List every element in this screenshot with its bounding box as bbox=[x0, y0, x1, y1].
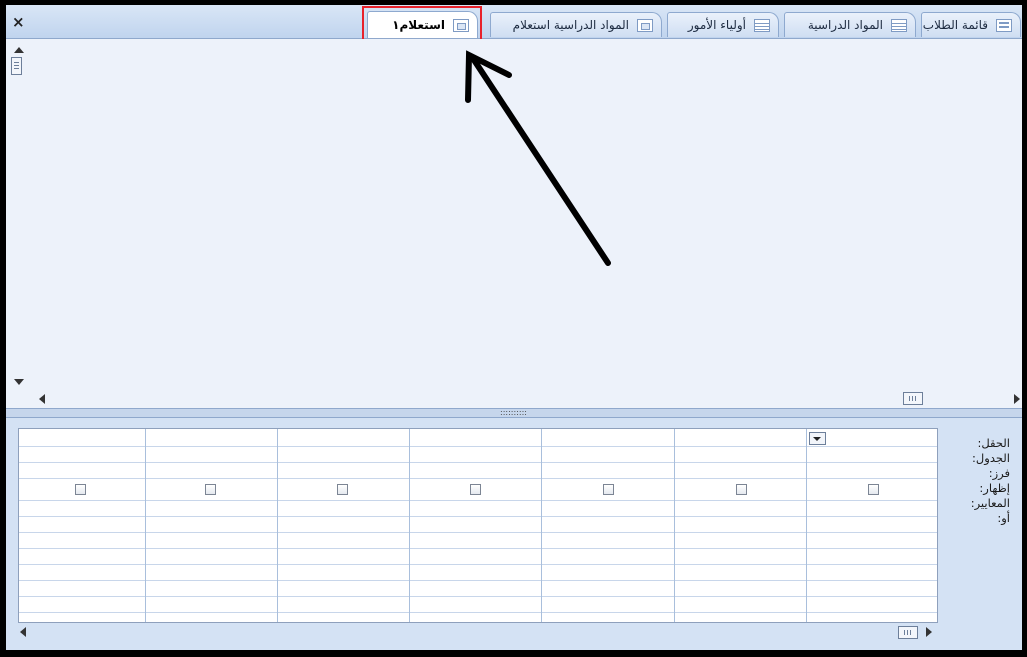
table-icon bbox=[891, 18, 907, 32]
horizontal-scrollbar[interactable] bbox=[6, 390, 1022, 407]
tab-label: أولياء الأمور bbox=[687, 18, 746, 32]
row-label-criteria: المعايير: bbox=[970, 496, 1010, 510]
scroll-down-icon[interactable] bbox=[14, 379, 24, 385]
field-dropdown-icon[interactable] bbox=[809, 432, 826, 445]
grid-column-divider bbox=[409, 429, 410, 622]
table-icon bbox=[754, 18, 770, 32]
row-label-table: الجدول: bbox=[972, 451, 1010, 465]
close-icon[interactable]: × bbox=[12, 13, 25, 31]
scroll-right-icon[interactable] bbox=[1014, 394, 1020, 404]
tab-guardians-table[interactable]: أولياء الأمور bbox=[667, 12, 779, 37]
tab-label: المواد الدراسية bbox=[807, 18, 883, 32]
grid-row-line bbox=[19, 446, 937, 447]
grid-column-divider bbox=[277, 429, 278, 622]
grid-row-line bbox=[19, 596, 937, 597]
scroll-thumb[interactable] bbox=[898, 626, 918, 639]
tab-subjects-query[interactable]: المواد الدراسية استعلام bbox=[490, 12, 662, 37]
show-checkbox[interactable] bbox=[603, 484, 614, 495]
pane-splitter[interactable]: :::::::::: bbox=[6, 408, 1022, 418]
show-checkbox[interactable] bbox=[736, 484, 747, 495]
tab-label: قائمة الطلاب bbox=[922, 18, 988, 32]
grid-row-line bbox=[19, 548, 937, 549]
document-tab-bar: × قائمة الطلاب المواد الدراسية أولياء ال… bbox=[6, 5, 1022, 43]
grid-row-line bbox=[19, 580, 937, 581]
grid-row-line bbox=[19, 532, 937, 533]
grid-column-divider bbox=[541, 429, 542, 622]
row-label-show: إظهار: bbox=[979, 481, 1010, 495]
row-label-field: الحقل: bbox=[977, 436, 1010, 450]
grid-row-line bbox=[19, 462, 937, 463]
tab-subjects-table[interactable]: المواد الدراسية bbox=[784, 12, 916, 37]
show-checkbox[interactable] bbox=[868, 484, 879, 495]
grid-row-line bbox=[19, 478, 937, 479]
grid-column-divider bbox=[806, 429, 826, 622]
show-checkbox[interactable] bbox=[75, 484, 86, 495]
tab-highlight-box bbox=[362, 6, 482, 43]
tab-students-list[interactable]: قائمة الطلاب bbox=[921, 12, 1021, 37]
grid-row-line bbox=[19, 516, 937, 517]
scroll-right-icon[interactable] bbox=[926, 627, 932, 637]
scroll-thumb[interactable] bbox=[11, 57, 22, 75]
query-design-window: × قائمة الطلاب المواد الدراسية أولياء ال… bbox=[6, 5, 1022, 650]
grid-row-line bbox=[19, 500, 937, 501]
show-checkbox[interactable] bbox=[470, 484, 481, 495]
tab-label: المواد الدراسية استعلام bbox=[512, 18, 629, 32]
scroll-left-icon[interactable] bbox=[20, 627, 26, 637]
row-label-or: أو: bbox=[997, 511, 1010, 525]
query-design-grid[interactable] bbox=[18, 428, 938, 623]
query-icon bbox=[637, 18, 653, 32]
splitter-grip[interactable]: :::::::::: bbox=[500, 409, 527, 417]
grid-column-divider bbox=[145, 429, 146, 622]
show-checkbox[interactable] bbox=[337, 484, 348, 495]
scroll-left-icon[interactable] bbox=[39, 394, 45, 404]
grid-row-line bbox=[19, 564, 937, 565]
grid-row-labels: الحقل: الجدول: فرز: إظهار: المعايير: أو: bbox=[944, 436, 1010, 526]
scroll-thumb[interactable] bbox=[903, 392, 923, 405]
form-icon bbox=[996, 18, 1012, 32]
vertical-scrollbar[interactable] bbox=[10, 41, 24, 391]
scroll-up-icon[interactable] bbox=[14, 47, 24, 53]
show-checkbox[interactable] bbox=[205, 484, 216, 495]
design-grid-pane: الحقل: الجدول: فرز: إظهار: المعايير: أو: bbox=[6, 418, 1022, 650]
grid-row-line bbox=[19, 612, 937, 613]
grid-horizontal-scrollbar[interactable] bbox=[18, 624, 938, 640]
grid-column-divider bbox=[674, 429, 675, 622]
row-label-sort: فرز: bbox=[988, 466, 1010, 480]
table-pane[interactable] bbox=[6, 39, 1022, 408]
